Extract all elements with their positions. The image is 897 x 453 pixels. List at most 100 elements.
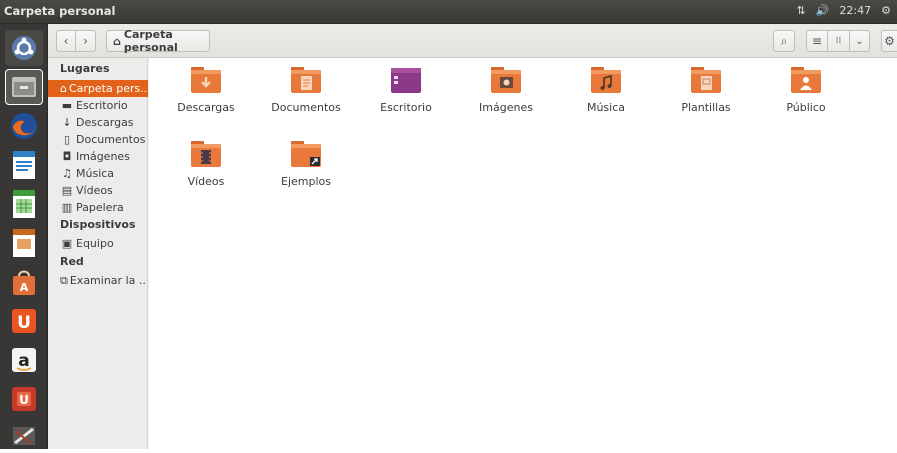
file-manager-window: ‹ › ⌂ Carpeta personal ⌕ ≡ ⁞⁞ ⌄ ⚙ Lugare…: [48, 24, 897, 449]
update-manager-icon: U: [12, 387, 36, 411]
documents-folder-icon: [291, 67, 321, 93]
section-heading-network: Red: [60, 255, 84, 268]
sidebar-item-pictures[interactable]: ◘ Imágenes: [60, 148, 146, 165]
impress-presentation-icon: [13, 229, 35, 257]
amazon-icon: a: [12, 348, 36, 372]
top-panel: Carpeta personal ⇅ 🔊 22:47 ⚙: [0, 0, 897, 24]
settings-menu-button[interactable]: ⚙: [881, 30, 897, 52]
network-icon: ⧉: [60, 273, 68, 287]
file-name: Vídeos: [187, 175, 225, 188]
download-icon: ↓: [62, 116, 72, 129]
indicator-area: ⇅ 🔊 22:47 ⚙: [797, 4, 892, 17]
dash-button[interactable]: [5, 30, 43, 66]
sidebar-item-label: Papelera: [76, 201, 124, 214]
grid-view-button[interactable]: ⁞⁞: [828, 30, 850, 52]
desktop-icon: ▬: [61, 99, 73, 112]
document-icon: ▯: [63, 133, 71, 146]
writer-launcher-button[interactable]: [5, 147, 43, 183]
folder-item-musica[interactable]: Música: [561, 66, 651, 114]
sidebar-item-music[interactable]: ♫ Música: [60, 165, 146, 182]
files-launcher-button[interactable]: [5, 69, 43, 105]
folder-item-videos[interactable]: Vídeos: [161, 140, 251, 188]
svg-text:U: U: [17, 313, 31, 333]
film-icon: ▤: [61, 184, 73, 197]
sidebar-item-label: Carpeta pers...: [68, 82, 148, 95]
sidebar-item-downloads[interactable]: ↓ Descargas: [60, 114, 146, 131]
window-title: Carpeta personal: [4, 4, 116, 18]
updater-launcher-button[interactable]: U: [5, 381, 43, 417]
file-name: Descargas: [177, 101, 235, 114]
clock[interactable]: 22:47: [839, 4, 871, 17]
desktop-folder-icon: [391, 68, 421, 93]
ubuntu-one-launcher-button[interactable]: U: [5, 303, 43, 339]
sidebar-item-label: Documentos: [76, 133, 146, 146]
folder-item-ejemplos[interactable]: Ejemplos: [261, 140, 351, 188]
forward-button[interactable]: ›: [76, 30, 96, 52]
file-name: Ejemplos: [281, 175, 331, 188]
sidebar-item-browse-network[interactable]: ⧉ Examinar la ...: [60, 272, 146, 289]
folder-item-plantillas[interactable]: Plantillas: [661, 66, 751, 114]
home-icon: ⌂: [60, 82, 67, 95]
sidebar-item-label: Música: [76, 167, 115, 180]
impress-launcher-button[interactable]: [5, 225, 43, 261]
list-view-button[interactable]: ≡: [806, 30, 828, 52]
home-icon: ⌂: [113, 34, 121, 48]
sidebar-item-label: Descargas: [76, 116, 134, 129]
file-name: Documentos: [271, 101, 341, 114]
sidebar-item-computer[interactable]: ▣ Equipo: [60, 235, 146, 252]
sidebar-item-home[interactable]: ⌂ Carpeta pers...: [48, 80, 148, 97]
network-indicator-icon[interactable]: ⇅: [797, 4, 806, 17]
folder-item-escritorio[interactable]: Escritorio: [361, 66, 451, 114]
trash-icon: ▥: [61, 201, 73, 214]
calc-spreadsheet-icon: [13, 190, 35, 218]
launcher: A U a U: [0, 24, 48, 449]
firefox-launcher-button[interactable]: [5, 108, 43, 144]
file-manager-icon: [12, 77, 36, 97]
software-center-launcher-button[interactable]: A: [5, 264, 43, 300]
svg-text:A: A: [20, 281, 29, 294]
calc-launcher-button[interactable]: [5, 186, 43, 222]
chevron-down-icon: ⌄: [855, 35, 864, 47]
folder-item-publico[interactable]: Público: [761, 66, 851, 114]
file-name: Música: [586, 101, 626, 114]
sidebar-item-label: Examinar la ...: [69, 274, 146, 287]
sidebar-item-label: Vídeos: [76, 184, 113, 197]
file-name: Imágenes: [479, 101, 533, 114]
folder-item-descargas[interactable]: Descargas: [161, 66, 251, 114]
videos-folder-icon: [191, 141, 221, 167]
ubuntu-one-icon: U: [12, 309, 36, 333]
examples-folder-link-icon: [291, 141, 321, 167]
sidebar-item-desktop[interactable]: ▬ Escritorio: [60, 97, 146, 114]
folder-item-imagenes[interactable]: Imágenes: [461, 66, 551, 114]
amazon-launcher-button[interactable]: a: [5, 342, 43, 378]
pictures-folder-icon: [491, 67, 521, 93]
sidebar-item-label: Imágenes: [76, 150, 130, 163]
music-icon: ♫: [62, 167, 72, 180]
computer-icon: ▣: [61, 237, 73, 250]
camera-icon: ◘: [62, 150, 72, 163]
settings-indicator-icon[interactable]: ⚙: [881, 4, 891, 17]
list-view-icon: ≡: [811, 34, 823, 48]
sidebar-item-trash[interactable]: ▥ Papelera: [60, 199, 146, 216]
search-button[interactable]: ⌕: [773, 30, 795, 52]
public-folder-icon: [791, 67, 821, 93]
folder-item-documentos[interactable]: Documentos: [261, 66, 351, 114]
toolbar: ‹ › ⌂ Carpeta personal ⌕ ≡ ⁞⁞ ⌄ ⚙: [48, 24, 897, 58]
sidebar-item-label: Equipo: [76, 237, 114, 250]
file-name: Público: [786, 101, 826, 114]
section-heading-devices: Dispositivos: [60, 218, 136, 231]
trash-launcher-button[interactable]: [5, 417, 43, 453]
path-bar-button[interactable]: ⌂ Carpeta personal: [106, 28, 210, 54]
file-name: Plantillas: [681, 101, 731, 114]
back-button[interactable]: ‹: [56, 30, 76, 52]
gear-icon: ⚙: [884, 34, 895, 48]
grid-view-icon: ⁞⁞: [835, 36, 842, 46]
ubuntu-logo-icon: [12, 36, 36, 60]
software-center-bag-icon: A: [13, 270, 35, 295]
volume-indicator-icon[interactable]: 🔊: [816, 4, 830, 17]
sidebar-item-documents[interactable]: ▯ Documentos: [60, 131, 146, 148]
svg-text:U: U: [19, 393, 29, 407]
sidebar-item-videos[interactable]: ▤ Vídeos: [60, 182, 146, 199]
view-options-button[interactable]: ⌄: [850, 30, 870, 52]
sidebar: Lugares ⌂ Carpeta pers... ▬ Escritorio ↓…: [48, 58, 148, 449]
